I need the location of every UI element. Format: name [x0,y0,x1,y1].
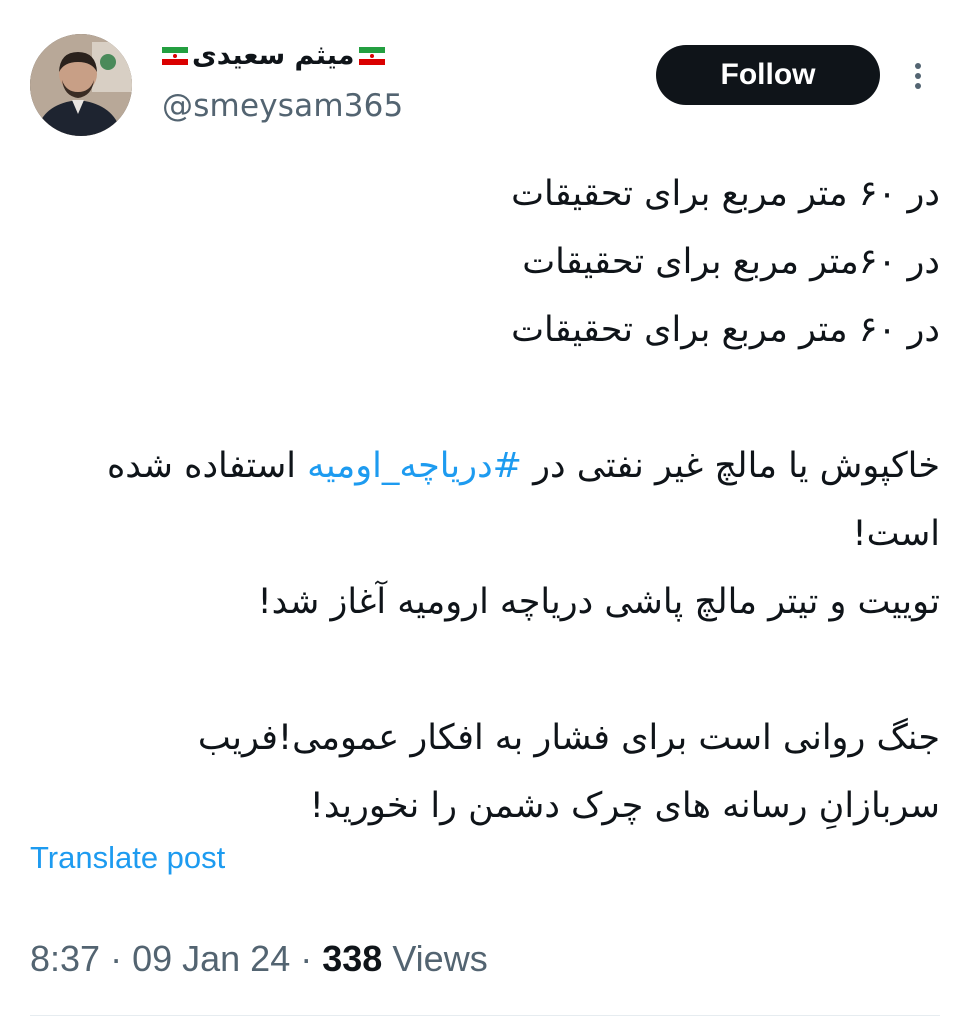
meta-separator: · [300,938,313,979]
iran-flag-icon [358,46,385,65]
tweet-paragraph: خاکپوش یا مالچ غیر نفتی در #دریاچه_اومیه… [25,432,940,568]
translate-post-link[interactable]: Translate post [30,840,225,876]
views-count: 338 [322,938,383,979]
tweet-line: در ۶۰ متر مربع برای تحقیقات [511,174,940,214]
author-name-row[interactable]: میثم سعیدی [162,40,385,71]
iran-flag-icon [162,46,188,65]
more-vertical-icon[interactable] [906,58,930,94]
tweet-text-segment: خاکپوش یا مالچ غیر نفتی در [521,446,940,486]
tweet-line: در ۶۰متر مربع برای تحقیقات [522,242,940,282]
tweet-line: توییت و تیتر مالچ پاشی دریاچه ارومیه آغا… [257,582,940,622]
tweet-line: سربازانِ رسانه های چرک دشمن را نخورید! [309,786,940,826]
views-label: Views [392,938,488,979]
tweet-date[interactable]: 09 Jan 24 [132,938,290,980]
author-handle[interactable]: @smeysam365 [162,88,403,124]
hashtag-link[interactable]: #دریاچه_اومیه [307,446,522,486]
author-display-name: میثم سعیدی [192,40,355,71]
avatar[interactable] [30,34,132,136]
tweet-line: در ۶۰ متر مربع برای تحقیقات [511,310,940,350]
meta-separator: · [110,938,123,979]
follow-button[interactable]: Follow [656,45,880,105]
divider [30,1015,940,1016]
tweet-text: در ۶۰ متر مربع برای تحقیقات در ۶۰متر مرب… [25,160,940,840]
tweet-time[interactable]: 8:37 [30,938,100,980]
tweet-meta: 8:37 · 09 Jan 24 · 338 Views [30,938,488,980]
tweet-line: جنگ روانی است برای فشار به افکار عمومی!ف… [197,718,940,758]
